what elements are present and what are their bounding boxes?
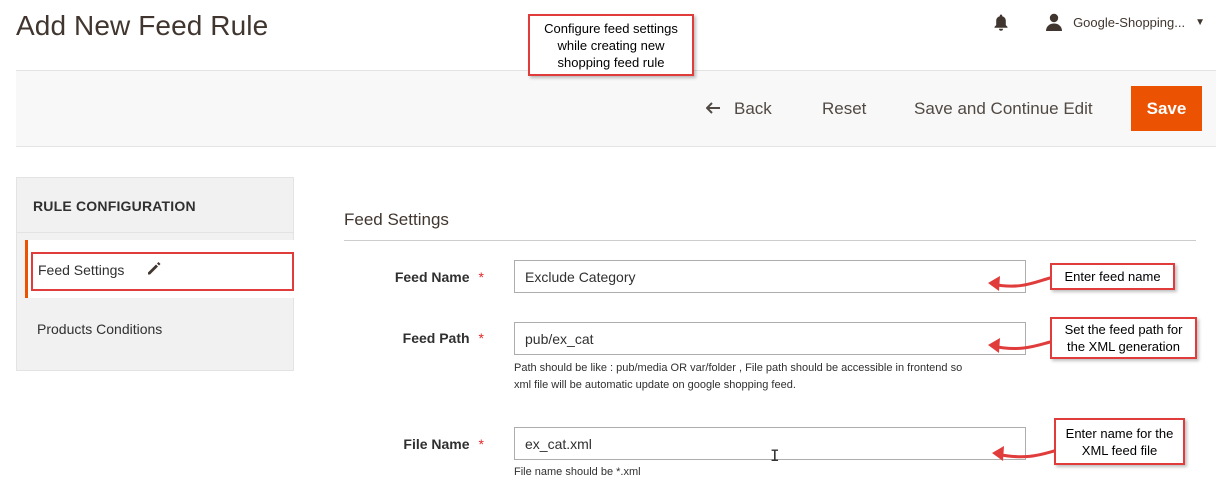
arrow-feed-path <box>990 340 1052 350</box>
arrowhead-feed-path <box>988 338 1000 353</box>
arrowhead-feed-name <box>988 276 1000 291</box>
arrow-feed-name <box>990 276 1052 288</box>
callout-arrows <box>988 276 1056 461</box>
arrowhead-file-name <box>992 446 1004 461</box>
arrow-file-name <box>994 449 1056 459</box>
